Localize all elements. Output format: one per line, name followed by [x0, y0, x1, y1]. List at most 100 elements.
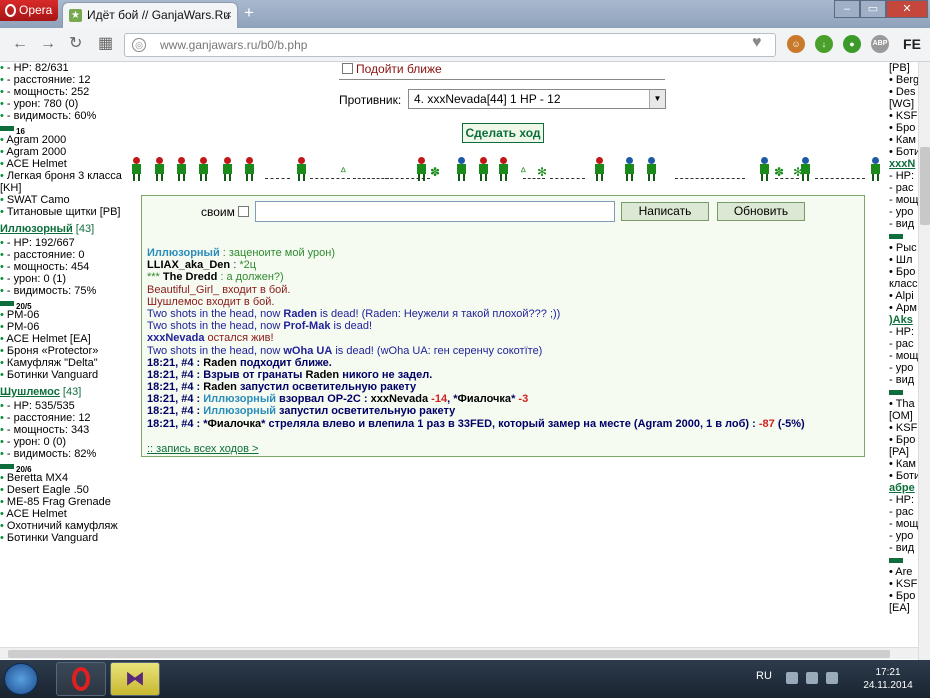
- item-name[interactable]: ACE Helmet: [6, 158, 67, 170]
- new-tab-button[interactable]: +: [244, 4, 254, 22]
- back-button[interactable]: ←: [12, 34, 28, 54]
- bookmark-heart-icon[interactable]: ♥: [752, 34, 762, 52]
- window-close-button[interactable]: ✕: [886, 0, 928, 18]
- equipment-item[interactable]: • Камуфляж "Delta": [0, 357, 125, 369]
- soldier-sprite: [593, 157, 605, 181]
- forward-button[interactable]: →: [40, 34, 56, 54]
- taskbar-clock[interactable]: 17:21 24.11.2014: [846, 666, 930, 692]
- chat-input[interactable]: [255, 201, 615, 222]
- horizontal-scrollbar[interactable]: [0, 647, 918, 659]
- equipment-item[interactable]: • Охотничий камуфляж: [0, 520, 125, 532]
- equipment-item[interactable]: • Ботинки Vanguard: [0, 532, 125, 544]
- equipment-item[interactable]: • Легкая броня 3 класса [KH]: [0, 170, 125, 194]
- download-extension-icon[interactable]: ↓: [815, 35, 833, 53]
- stat-line: • - видимость: 75%: [0, 285, 125, 297]
- window-maximize-button[interactable]: ▭: [860, 0, 886, 18]
- own-team-option[interactable]: своим: [201, 205, 252, 219]
- stat-text: - HP: 535/535: [6, 400, 75, 412]
- equipment-item[interactable]: • SWAT Camo: [0, 194, 125, 206]
- dropdown-arrow-icon[interactable]: ▼: [649, 90, 665, 108]
- speed-dial-button[interactable]: ▦: [98, 34, 113, 54]
- address-bar[interactable]: ◎ www.ganjawars.ru/b0/b.php: [124, 33, 776, 57]
- log-fragment: Фиалочка: [457, 393, 512, 406]
- write-button[interactable]: Написать: [621, 202, 709, 221]
- tab-close-icon[interactable]: ×: [224, 3, 232, 27]
- equipment-item[interactable]: • PM-06: [0, 321, 125, 333]
- soldier-sprite: [130, 157, 142, 181]
- url-text[interactable]: www.ganjawars.ru/b0/b.php: [160, 38, 307, 52]
- equipment-item[interactable]: • ACE Helmet [EA]: [0, 333, 125, 345]
- taskbar-app-button[interactable]: ⧓: [110, 662, 160, 696]
- item-name[interactable]: Agram 2000: [6, 134, 66, 146]
- approach-checkbox[interactable]: [342, 63, 353, 74]
- start-button[interactable]: [4, 663, 38, 695]
- soldier-head: [418, 157, 425, 164]
- item-name[interactable]: ME-85 Frag Grenade: [7, 496, 111, 508]
- fe-extension-icon[interactable]: FE: [899, 35, 925, 53]
- tray-flag-icon[interactable]: [786, 672, 798, 684]
- soldier-head: [200, 157, 207, 164]
- item-name[interactable]: Agram 2000: [6, 146, 66, 158]
- vertical-scrollbar-thumb[interactable]: [920, 147, 930, 225]
- own-team-checkbox[interactable]: [238, 206, 250, 217]
- horizontal-scrollbar-thumb[interactable]: [8, 650, 890, 658]
- item-name[interactable]: Ботинки Vanguard: [7, 369, 98, 381]
- reload-button[interactable]: ↻: [69, 34, 82, 54]
- adblock-icon[interactable]: ABP: [871, 35, 889, 53]
- item-name[interactable]: Камуфляж "Delta": [7, 357, 98, 369]
- equipment-item[interactable]: • Титановые щитки [PB]: [0, 206, 125, 218]
- active-tab[interactable]: ★ Идёт бой // GanjaWars.Ru ×: [62, 2, 238, 28]
- equipment-item[interactable]: • Agram 2000: [0, 134, 125, 146]
- window-minimize-button[interactable]: –: [834, 0, 860, 18]
- item-name[interactable]: Ботинки Vanguard: [7, 532, 98, 544]
- log-fragment: : а должен?): [217, 271, 284, 284]
- equipment-item[interactable]: • Ботинки Vanguard: [0, 369, 125, 381]
- approach-option[interactable]: Подойти ближе: [342, 62, 442, 76]
- clock-date: 24.11.2014: [863, 680, 913, 691]
- item-name[interactable]: PM-06: [7, 309, 39, 321]
- soldier-head: [458, 157, 465, 164]
- monkey-extension-icon[interactable]: ☺: [787, 35, 805, 53]
- player-header: Иллюзорный [43]: [0, 223, 125, 237]
- item-name[interactable]: Легкая броня 3 класса [KH]: [0, 170, 122, 194]
- player-name-link[interactable]: Шушлемос: [0, 386, 60, 398]
- equipment-item[interactable]: • PM-06: [0, 309, 125, 321]
- item-name[interactable]: ACE Helmet: [6, 508, 67, 520]
- make-move-button[interactable]: Сделать ход: [462, 123, 544, 143]
- equipment-item[interactable]: • Броня «Protector»: [0, 345, 125, 357]
- tray-volume-icon[interactable]: [826, 672, 838, 684]
- soldier-legs: [133, 174, 140, 181]
- item-name[interactable]: Броня «Protector»: [7, 345, 98, 357]
- stat-line: • - HP: 192/667: [0, 237, 125, 249]
- refresh-button[interactable]: Обновить: [717, 202, 805, 221]
- player-name-link[interactable]: Иллюзорный: [0, 223, 73, 235]
- soldier-sprite: [175, 157, 187, 181]
- windows-taskbar: ⧓ RU 17:21 24.11.2014: [0, 660, 930, 698]
- item-name[interactable]: Desert Eagle .50: [7, 484, 89, 496]
- green-extension-icon[interactable]: ●: [843, 35, 861, 53]
- soldier-head: [500, 157, 507, 164]
- item-name[interactable]: PM-06: [7, 321, 39, 333]
- equipment-item[interactable]: • ACE Helmet: [0, 508, 125, 520]
- all-moves-link[interactable]: :: запись всех ходов >: [147, 443, 258, 455]
- equipment-item[interactable]: • ME-85 Frag Grenade: [0, 496, 125, 508]
- ground-line: [385, 178, 430, 179]
- stat-line: • - урон: 0 (1): [0, 273, 125, 285]
- equipment-item[interactable]: • Beretta MX4: [0, 472, 125, 484]
- item-name[interactable]: SWAT Camo: [7, 194, 70, 206]
- tray-network-icon[interactable]: [806, 672, 818, 684]
- item-name[interactable]: Охотничий камуфляж: [7, 520, 118, 532]
- taskbar-opera-button[interactable]: [56, 662, 106, 696]
- equipment-item[interactable]: • Agram 2000: [0, 146, 125, 158]
- opponent-select[interactable]: 4. xxxNevada[44] 1 HP - 12 ▼: [408, 89, 666, 109]
- log-fragment: , *: [447, 393, 458, 406]
- item-bullet: •: [0, 532, 7, 544]
- opera-menu-button[interactable]: Opera: [0, 0, 58, 21]
- equipment-item[interactable]: • ACE Helmet: [0, 158, 125, 170]
- vertical-scrollbar[interactable]: [918, 62, 930, 660]
- language-indicator[interactable]: RU: [756, 670, 772, 682]
- item-name[interactable]: ACE Helmet [EA]: [6, 333, 90, 345]
- item-name[interactable]: Beretta MX4: [7, 472, 68, 484]
- item-name[interactable]: Титановые щитки [PB]: [7, 206, 121, 218]
- equipment-item[interactable]: • Desert Eagle .50: [0, 484, 125, 496]
